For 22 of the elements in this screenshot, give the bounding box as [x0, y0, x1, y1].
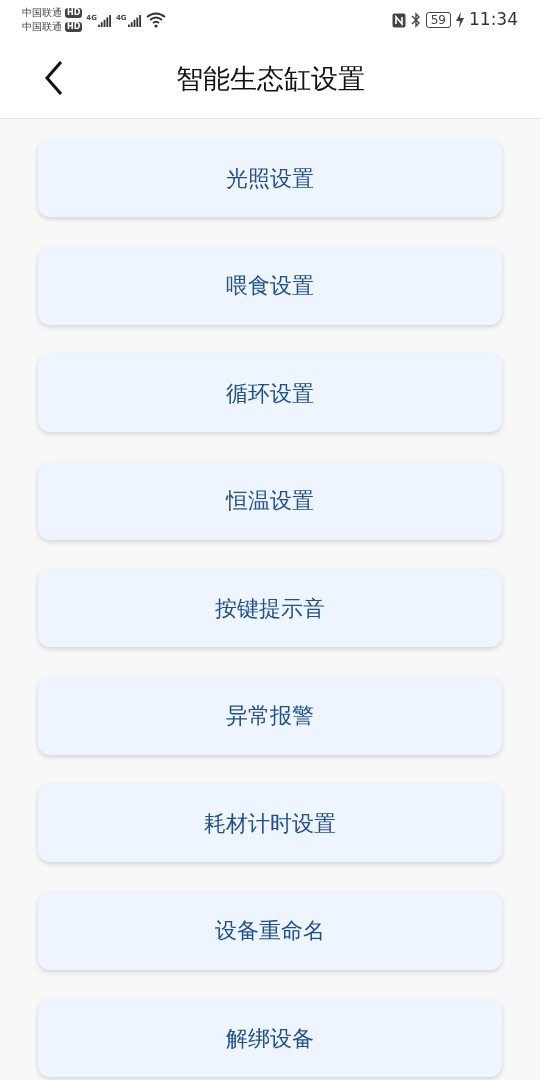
charging-icon	[456, 12, 464, 28]
menu-item[interactable]: 解绑设备	[38, 999, 502, 1077]
menu-item[interactable]: 循环设置	[38, 354, 502, 432]
nfc-icon	[391, 12, 406, 28]
battery-level: 59	[425, 12, 451, 28]
bluetooth-icon	[410, 12, 421, 28]
menu-item[interactable]: 喂食设置	[38, 246, 502, 325]
menu-item[interactable]: 异常报警	[38, 676, 502, 755]
signal-icon	[127, 12, 142, 27]
hd-badge: HD	[65, 8, 83, 18]
hd-badge: HD	[65, 22, 83, 32]
wifi-icon	[145, 12, 166, 28]
menu-item[interactable]: 按键提示音	[38, 569, 502, 647]
menu-item[interactable]: 设备重命名	[38, 891, 502, 970]
menu-item[interactable]: 耗材计时设置	[38, 784, 502, 862]
menu-item[interactable]: 恒温设置	[38, 461, 502, 540]
page-title: 智能生态缸设置	[175, 61, 365, 96]
carrier-name: 中国联通	[22, 20, 62, 34]
clock-time: 11:34	[469, 8, 518, 32]
carrier-name: 中国联通	[22, 6, 62, 20]
menu-item[interactable]: 光照设置	[38, 139, 502, 217]
signal-icon	[97, 12, 112, 27]
